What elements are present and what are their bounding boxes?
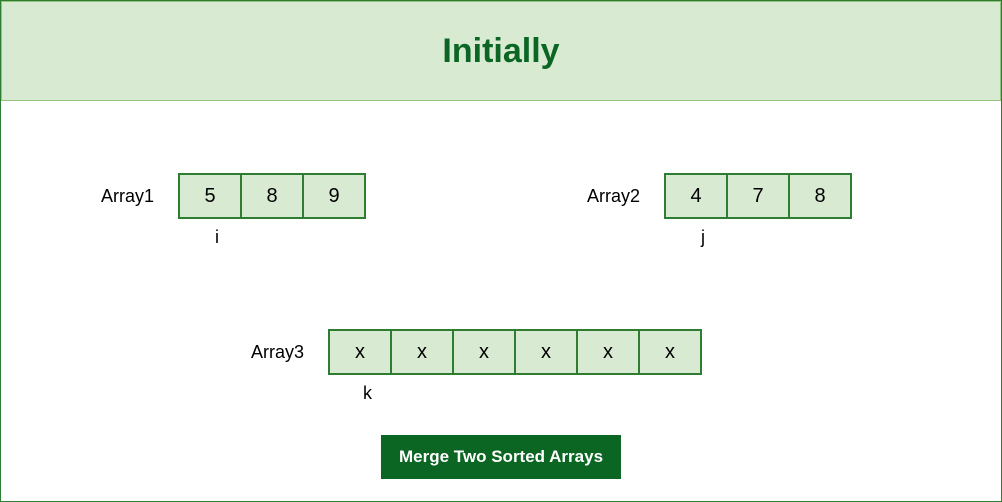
array2-label: Array2 (587, 186, 640, 207)
array3-group: Array3 x x x x x x (251, 329, 702, 375)
diagram-frame: Initially Array1 5 8 9 i Array2 4 7 8 j … (0, 0, 1002, 502)
array2-cells: 4 7 8 (664, 173, 852, 219)
array3-cell-1: x (390, 329, 454, 375)
array2-pointer: j (701, 227, 705, 248)
array1-cells: 5 8 9 (178, 173, 366, 219)
array3-cell-4: x (576, 329, 640, 375)
page-title: Initially (442, 32, 559, 71)
array3-label: Array3 (251, 342, 304, 363)
array3-cell-0: x (328, 329, 392, 375)
array1-cell-2: 9 (302, 173, 366, 219)
array2-cell-0: 4 (664, 173, 728, 219)
array1-pointer: i (215, 227, 219, 248)
array3-cell-5: x (638, 329, 702, 375)
array1-label: Array1 (101, 186, 154, 207)
merge-button[interactable]: Merge Two Sorted Arrays (381, 435, 621, 479)
array2-cell-1: 7 (726, 173, 790, 219)
array1-cell-1: 8 (240, 173, 304, 219)
array3-pointer: k (363, 383, 372, 404)
diagram-body: Array1 5 8 9 i Array2 4 7 8 j Array3 x x (1, 101, 1001, 501)
array3-cells: x x x x x x (328, 329, 702, 375)
array2-group: Array2 4 7 8 (587, 173, 852, 219)
array1-group: Array1 5 8 9 (101, 173, 366, 219)
array3-cell-2: x (452, 329, 516, 375)
header-bar: Initially (1, 1, 1001, 101)
array3-cell-3: x (514, 329, 578, 375)
array2-cell-2: 8 (788, 173, 852, 219)
array1-cell-0: 5 (178, 173, 242, 219)
